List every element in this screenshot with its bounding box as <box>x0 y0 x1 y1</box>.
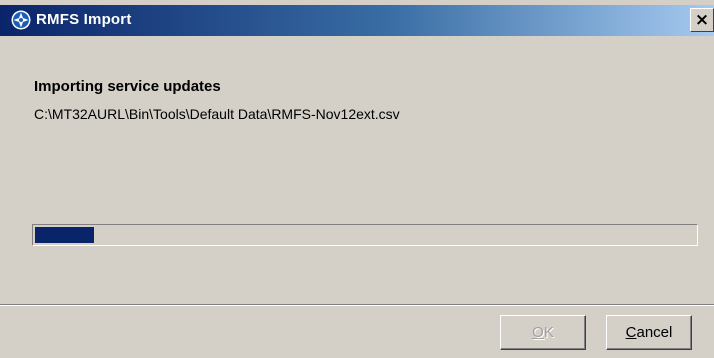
close-button[interactable]: × <box>690 8 714 32</box>
window-title: RMFS Import <box>36 11 132 28</box>
cancel-mnemonic: C <box>625 324 637 341</box>
status-heading: Importing service updates <box>34 78 221 95</box>
button-bar-separator <box>0 304 714 306</box>
file-path-label: C:\MT32AURL\Bin\Tools\Default Data\RMFS-… <box>34 106 400 122</box>
cancel-label-rest: ancel <box>636 324 673 341</box>
ok-mnemonic: O <box>532 324 544 341</box>
dialog-content: Importing service updates C:\MT32AURL\Bi… <box>0 36 714 306</box>
ok-label-rest: K <box>543 324 554 341</box>
progress-fill <box>35 227 95 243</box>
cancel-button[interactable]: Cancel <box>606 315 692 350</box>
rmfs-import-dialog: RMFS Import × Importing service updates … <box>0 0 714 358</box>
ok-button[interactable]: OK <box>500 315 586 350</box>
import-progress-bar <box>32 224 698 246</box>
close-icon: × <box>694 9 710 30</box>
title-bar[interactable]: RMFS Import × <box>0 5 714 36</box>
rmfs-app-icon <box>11 10 31 30</box>
